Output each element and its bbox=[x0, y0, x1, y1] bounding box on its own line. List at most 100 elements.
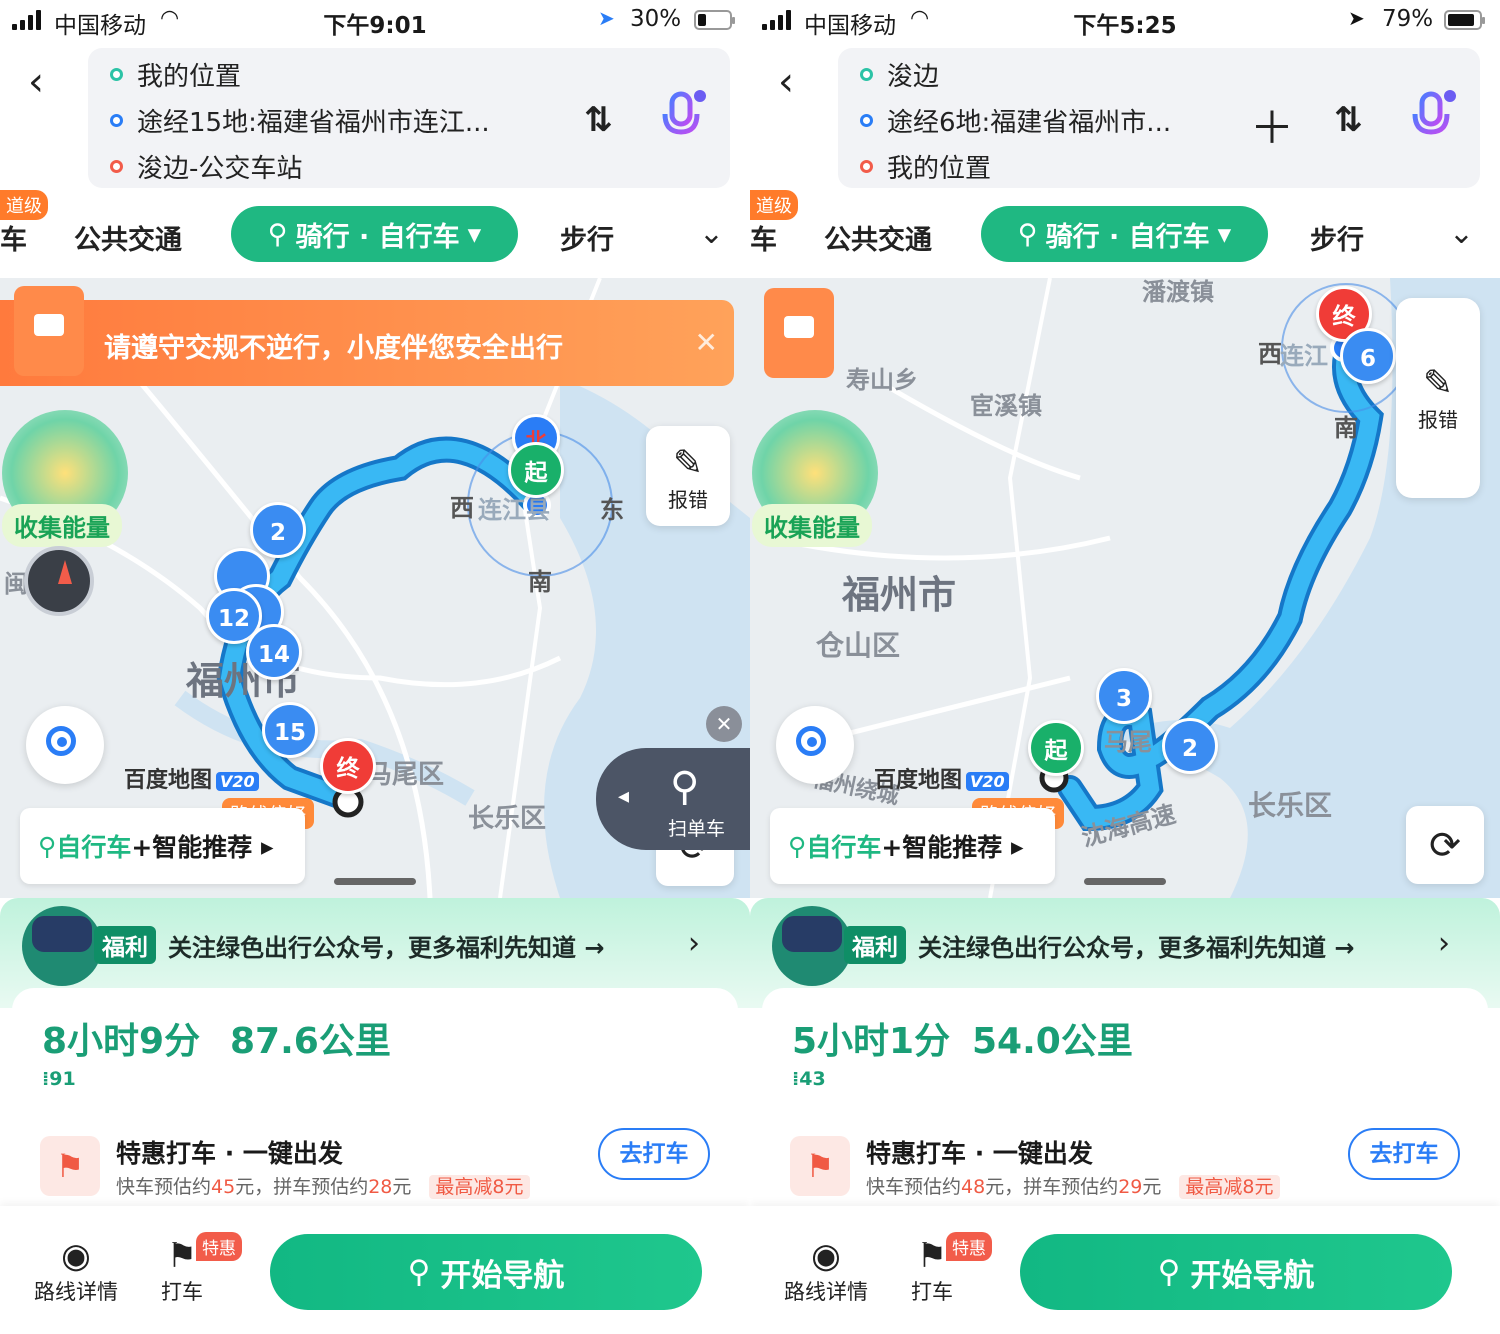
waypoint-pin-3[interactable]: 3 bbox=[1096, 668, 1152, 724]
start-navigation-button[interactable]: ⚲ 开始导航 bbox=[270, 1234, 702, 1310]
waypoint-pin-2[interactable]: 2 bbox=[250, 502, 306, 558]
map-label-cangshan: 仓山区 bbox=[816, 629, 901, 662]
map-label-mawei: 马尾 bbox=[1104, 728, 1152, 756]
tab-walk[interactable]: 步行 bbox=[560, 218, 614, 257]
waypoint-pin-2[interactable]: 2 bbox=[1162, 718, 1218, 774]
route-distance: 54.0公里 bbox=[972, 1021, 1133, 1062]
compass-icon[interactable] bbox=[24, 546, 94, 616]
scan-bike-button[interactable]: ◂ ⚲ 扫单车 bbox=[596, 748, 750, 850]
destination-field[interactable]: 我的位置 bbox=[860, 148, 991, 185]
tab-cycling-active[interactable]: ⚲ 骑行 · 自行车 ▾ bbox=[231, 206, 518, 262]
robot-mascot-icon bbox=[772, 906, 852, 986]
route-input-box: 浚边 途经6地:福建省福州市... 我的位置 ＋ ⇅ bbox=[838, 48, 1480, 188]
sheet-handle[interactable] bbox=[334, 878, 416, 885]
route-summary-card[interactable]: 8小时9分 87.6公里 ⁞91 ⚑ 特惠打车 · 一键出发 快车预估约45元，… bbox=[12, 988, 738, 1204]
map-label-town: 寿山乡 bbox=[846, 366, 918, 394]
report-error-button[interactable]: ✎ 报错 bbox=[646, 426, 730, 526]
battery-icon bbox=[694, 10, 735, 30]
back-button[interactable]: ‹ bbox=[28, 62, 44, 102]
tab-car-partial[interactable]: 车 bbox=[0, 218, 27, 257]
tab-transit[interactable]: 公共交通 bbox=[824, 218, 932, 257]
bike-icon: ⚲ bbox=[788, 831, 807, 861]
voice-mic-icon[interactable] bbox=[660, 88, 706, 144]
close-icon[interactable]: ✕ bbox=[695, 326, 718, 359]
sheet-handle[interactable] bbox=[1084, 878, 1166, 885]
smart-recommend-button[interactable]: ⚲ 自行车 +智能推荐 ▸ bbox=[770, 808, 1055, 884]
add-waypoint-icon[interactable]: ＋ bbox=[1250, 92, 1294, 156]
road-level-badge: 道级 bbox=[750, 190, 798, 220]
locate-me-button[interactable] bbox=[26, 706, 104, 784]
smart-recommend-button[interactable]: ⚲ 自行车 +智能推荐 ▸ bbox=[20, 808, 305, 884]
swap-icon[interactable]: ⇅ bbox=[1334, 100, 1363, 140]
start-pin[interactable]: 起 bbox=[508, 442, 564, 498]
travel-mode-tabs: 道级 车 公共交通 ⚲ 骑行 · 自行车 ▾ 步行 ⌄ bbox=[0, 190, 750, 278]
report-error-button[interactable]: ✎ 报错 bbox=[1396, 298, 1480, 498]
edit-icon: ✎ bbox=[672, 443, 704, 484]
location-arrow-icon: ➤ bbox=[598, 6, 615, 30]
phone-screen-1: 中国移动 ◠ 下午9:01 ➤ 30% ‹ 我的位置 途经15地:福建省福州市连… bbox=[0, 0, 750, 1334]
route-duration: 5小时1分 bbox=[792, 1021, 951, 1062]
taxi-icon: ⚑ bbox=[40, 1136, 100, 1196]
origin-dot-icon bbox=[860, 68, 873, 81]
map-label-mawei: 马尾区 bbox=[366, 760, 445, 790]
chevron-down-icon[interactable]: ⌄ bbox=[1449, 216, 1474, 251]
collect-energy-label[interactable]: 收集能量 bbox=[2, 504, 122, 547]
map-label-changle: 长乐区 bbox=[1248, 789, 1333, 822]
map-label-town: 潘渡镇 bbox=[1142, 278, 1214, 306]
map-label-south: 南 bbox=[528, 568, 552, 596]
waypoint-pin-6[interactable]: 6 bbox=[1340, 328, 1396, 384]
map-view[interactable]: 潘渡镇 寿山乡 宦溪镇 西 连江 南 福州市 仓山区 马尾 长乐区 沈海高速 福… bbox=[750, 278, 1500, 898]
destination-field[interactable]: 浚边-公交车站 bbox=[110, 148, 302, 185]
tab-walk[interactable]: 步行 bbox=[1310, 218, 1364, 257]
taxi-estimate: 快车预估约48元，拼车预估约29元 最高减8元 bbox=[866, 1172, 1280, 1199]
collect-energy-label[interactable]: 收集能量 bbox=[752, 504, 872, 547]
back-button[interactable]: ‹ bbox=[778, 62, 794, 102]
route-small-stat: ⁞91 bbox=[42, 1068, 76, 1090]
map-label-town: 宦溪镇 bbox=[970, 392, 1042, 420]
go-taxi-button[interactable]: 去打车 bbox=[1348, 1128, 1460, 1180]
end-pin[interactable]: 终 bbox=[320, 738, 376, 794]
battery-percent: 30% bbox=[630, 6, 682, 32]
map-label-south: 南 bbox=[1334, 414, 1358, 442]
map-view[interactable]: 西 连江县 东 南 闽 福州市 马尾区 长乐区 北 起 2 12 14 15 终… bbox=[0, 278, 750, 898]
taxi-icon: ⚑ bbox=[790, 1136, 850, 1196]
tab-car-partial[interactable]: 车 bbox=[750, 218, 777, 257]
location-arrow-icon: ➤ bbox=[1348, 6, 1365, 30]
route-duration: 8小时9分 bbox=[42, 1021, 201, 1062]
swap-icon[interactable]: ⇅ bbox=[584, 100, 613, 140]
chevron-down-icon[interactable]: ⌄ bbox=[699, 216, 724, 251]
waypoint-pin-15[interactable]: 15 bbox=[262, 702, 318, 758]
location-pin-icon: ◉ bbox=[811, 1236, 841, 1276]
origin-field[interactable]: 我的位置 bbox=[110, 56, 241, 93]
route-details-button[interactable]: ◉ 路线详情 bbox=[28, 1236, 124, 1306]
play-arrow-icon: ▸ bbox=[252, 831, 274, 861]
promo-text: 关注绿色出行公众号，更多福利先知道 → bbox=[168, 934, 605, 962]
route-details-button[interactable]: ◉ 路线详情 bbox=[778, 1236, 874, 1306]
tab-transit[interactable]: 公共交通 bbox=[74, 218, 182, 257]
start-pin[interactable]: 起 bbox=[1028, 720, 1084, 776]
battery-icon bbox=[1444, 10, 1485, 30]
baidu-map-logo: 百度地图 V20 bbox=[874, 762, 1009, 794]
map-label-west: 西 bbox=[450, 494, 474, 522]
tab-cycling-active[interactable]: ⚲ 骑行 · 自行车 ▾ bbox=[981, 206, 1268, 262]
taxi-title: 特惠打车 · 一键出发 bbox=[116, 1139, 343, 1168]
route-summary-card[interactable]: 5小时1分 54.0公里 ⁞43 ⚑ 特惠打车 · 一键出发 快车预估约48元，… bbox=[762, 988, 1488, 1204]
bike-icon: ⚲ bbox=[1157, 1254, 1181, 1290]
message-icon bbox=[764, 288, 834, 378]
origin-field[interactable]: 浚边 bbox=[860, 56, 939, 93]
via-field[interactable]: 途经6地:福建省福州市... bbox=[860, 102, 1171, 139]
route-input-box: 我的位置 途经15地:福建省福州市连江... 浚边-公交车站 ⇅ bbox=[88, 48, 730, 188]
start-navigation-button[interactable]: ⚲ 开始导航 bbox=[1020, 1234, 1452, 1310]
waypoint-pin-14[interactable]: 14 bbox=[246, 624, 302, 680]
refresh-button[interactable]: ⟳ bbox=[1406, 806, 1484, 884]
close-icon[interactable]: ✕ bbox=[706, 706, 742, 742]
via-field[interactable]: 途经15地:福建省福州市连江... bbox=[110, 102, 490, 139]
taxi-promo-badge: 特惠 bbox=[946, 1232, 992, 1261]
promo-text: 关注绿色出行公众号，更多福利先知道 → bbox=[918, 934, 1355, 962]
discount-badge: 最高减8元 bbox=[1179, 1175, 1280, 1199]
locate-me-button[interactable] bbox=[776, 706, 854, 784]
status-bar: 中国移动 ◠ 下午5:25 ➤ 79% bbox=[750, 0, 1500, 42]
go-taxi-button[interactable]: 去打车 bbox=[598, 1128, 710, 1180]
voice-mic-icon[interactable] bbox=[1410, 88, 1456, 144]
route-small-stat: ⁞43 bbox=[792, 1068, 826, 1090]
